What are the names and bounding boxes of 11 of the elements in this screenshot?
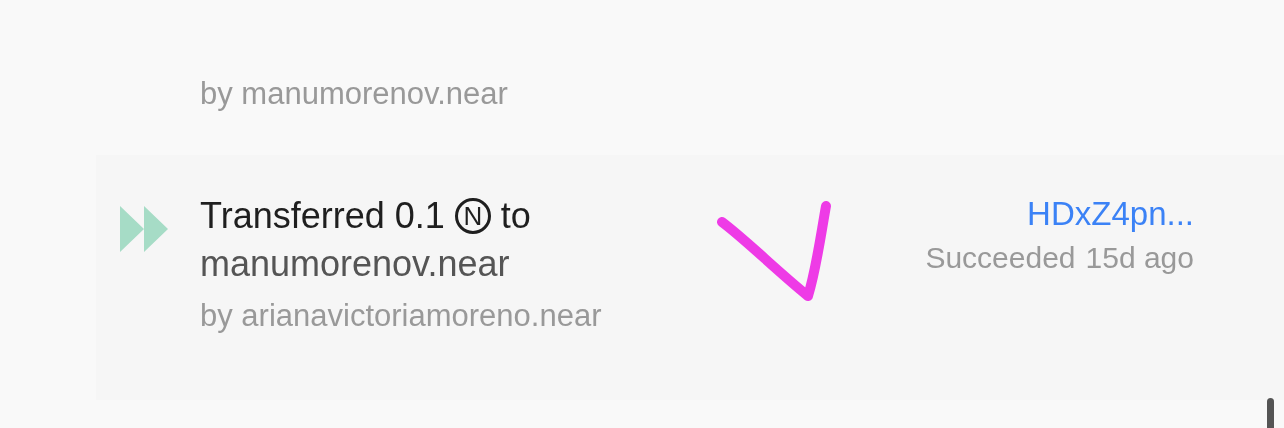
age-text: 15d ago — [1085, 240, 1194, 276]
scrollbar-thumb[interactable] — [1267, 398, 1274, 428]
author-text: by manumorenov.near — [200, 75, 508, 113]
status-text: Succeeded — [925, 240, 1076, 276]
preposition-text: to — [500, 194, 531, 238]
transaction-hash-link[interactable]: HDxZ4pn... — [1027, 192, 1194, 236]
fast-forward-icon — [120, 206, 168, 252]
near-token-icon: N — [454, 198, 491, 234]
action-text: Transferred 0.1 — [200, 194, 445, 238]
receiver-text: manumorenov.near — [200, 242, 511, 286]
author-text: by arianavictoriamoreno.near — [200, 297, 602, 335]
